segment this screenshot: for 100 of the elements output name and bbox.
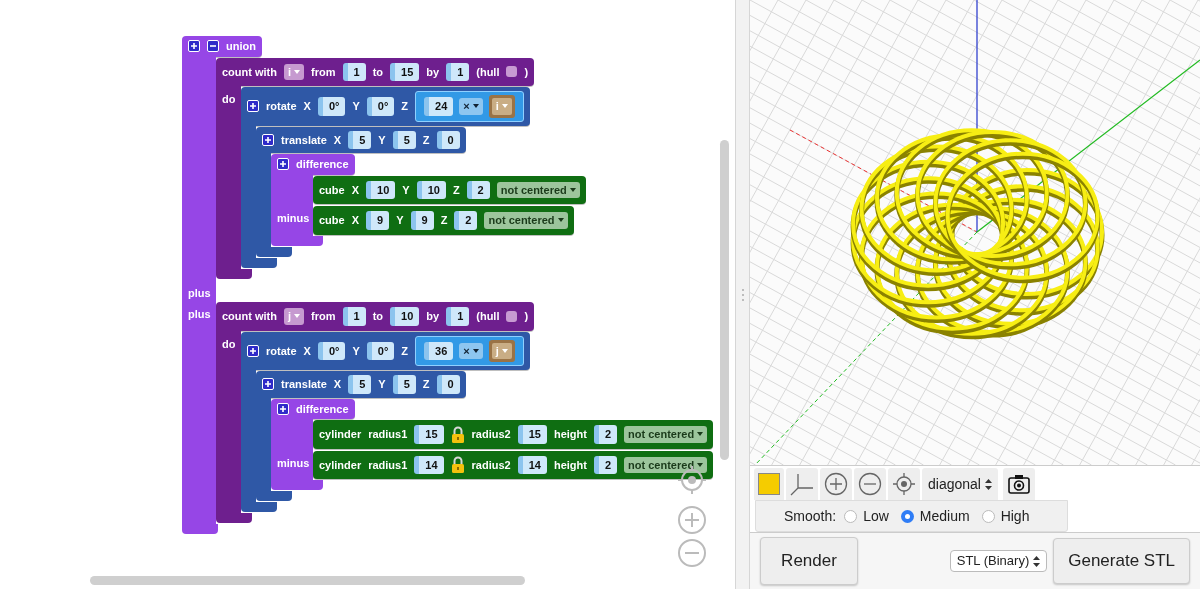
number-input[interactable]: 0°: [366, 97, 395, 116]
smooth-radio[interactable]: Low: [844, 505, 889, 527]
shape-block[interactable]: cube X 9 Y 9 Z 2 not centered: [313, 206, 574, 235]
block-label: from: [311, 309, 336, 324]
dropdown[interactable]: not centered: [484, 212, 568, 229]
block-label: height: [553, 427, 587, 442]
number-input[interactable]: 1: [342, 307, 366, 326]
number-input[interactable]: 15: [517, 425, 547, 444]
number-input[interactable]: 14: [517, 455, 547, 474]
block-label: Z: [452, 182, 460, 198]
dropdown[interactable]: not centered: [624, 456, 708, 473]
number-input[interactable]: 36: [424, 341, 454, 360]
transform-block[interactable]: rotate X 0° Y 0° Z 36 × j: [241, 331, 530, 370]
shape-block[interactable]: cube X 10 Y 10 Z 2 not centered: [313, 175, 586, 204]
block-label: X: [333, 377, 342, 392]
plus-icon[interactable]: [277, 158, 289, 171]
number-input[interactable]: 10: [390, 307, 420, 326]
lock-icon[interactable]: [450, 456, 465, 474]
block-label: difference: [296, 401, 349, 417]
block-label: Y: [378, 132, 386, 148]
number-input[interactable]: 10: [416, 180, 446, 199]
zoom-out-button[interactable]: [854, 468, 886, 500]
render-button[interactable]: Render: [760, 537, 858, 585]
dropdown[interactable]: not centered: [496, 181, 580, 198]
number-input[interactable]: 10: [366, 180, 396, 199]
view-select[interactable]: diagonal: [922, 468, 998, 500]
number-input[interactable]: 15: [390, 62, 420, 81]
caret-icon: [697, 432, 704, 437]
loop-block[interactable]: count with i from 1 to 15 by 1 (hull ): [216, 57, 535, 86]
number-input[interactable]: 0°: [366, 341, 395, 360]
number-input[interactable]: 2: [593, 455, 618, 474]
number-input[interactable]: 2: [454, 211, 478, 230]
plus-icon[interactable]: [247, 344, 259, 357]
block-label: X: [303, 343, 311, 359]
statement-label: minus: [277, 211, 310, 226]
recenter-button[interactable]: [888, 468, 920, 500]
block-label: radius1: [368, 457, 408, 473]
number-input[interactable]: 0°: [317, 97, 346, 116]
plus-icon[interactable]: [262, 133, 274, 146]
plus-icon[interactable]: [262, 378, 274, 391]
format-select[interactable]: STL (Binary): [949, 550, 1048, 572]
transform-block[interactable]: translate X 5 Y 5 Z 0: [256, 126, 466, 153]
number-input[interactable]: 1: [446, 307, 470, 326]
horizontal-scrollbar[interactable]: [90, 576, 525, 585]
number-input[interactable]: 9: [410, 211, 434, 230]
number-input[interactable]: 0: [436, 375, 460, 394]
block-label: X: [351, 213, 360, 228]
operator-dropdown[interactable]: ×: [459, 342, 483, 359]
statement-label: minus: [277, 455, 310, 471]
number-input[interactable]: 1: [342, 62, 366, 81]
shape-block[interactable]: cylinder radius1 15 radius2 15 height 2 not centered: [313, 420, 714, 449]
expression-block[interactable]: 24 × i: [415, 91, 524, 122]
plus-icon[interactable]: [277, 402, 289, 415]
number-input[interactable]: 15: [414, 425, 444, 444]
color-swatch[interactable]: [754, 468, 784, 500]
number-input[interactable]: 5: [392, 130, 416, 149]
zoom-in-button[interactable]: [820, 468, 852, 500]
3d-scene-drawing[interactable]: [750, 0, 1200, 465]
statement-label: do: [222, 336, 236, 352]
transform-block[interactable]: rotate X 0° Y 0° Z 24 × i: [241, 87, 530, 126]
block-label: cube: [319, 182, 345, 198]
difference-block[interactable]: difference: [271, 398, 355, 419]
union-block[interactable]: union: [182, 36, 262, 57]
number-input[interactable]: 5: [392, 375, 416, 394]
number-input[interactable]: 24: [424, 97, 454, 116]
smooth-radio[interactable]: High: [981, 505, 1030, 527]
number-input[interactable]: 2: [593, 425, 618, 444]
block-label: Y: [352, 99, 360, 114]
generate-stl-button[interactable]: Generate STL: [1053, 538, 1190, 584]
number-input[interactable]: 1: [446, 62, 470, 81]
block-label: Z: [422, 132, 430, 148]
number-input[interactable]: 0: [436, 130, 460, 149]
caret-icon: [472, 348, 479, 353]
block-label: ): [524, 64, 529, 80]
plus-icon[interactable]: [188, 40, 200, 53]
number-input[interactable]: 0°: [317, 341, 346, 360]
smooth-radio[interactable]: Medium: [900, 505, 970, 527]
statement-label: do: [222, 92, 236, 107]
loop-block[interactable]: count with j from 1 to 10 by 1 (hull ): [216, 302, 535, 331]
dropdown[interactable]: not centered: [624, 426, 708, 443]
transform-block[interactable]: translate X 5 Y 5 Z 0: [256, 371, 466, 398]
number-input[interactable]: 5: [348, 375, 372, 394]
vertical-scrollbar[interactable]: [720, 140, 729, 460]
block-label: to: [372, 309, 384, 324]
number-input[interactable]: 5: [348, 130, 372, 149]
number-input[interactable]: 2: [466, 180, 490, 199]
number-input[interactable]: 9: [366, 211, 390, 230]
axes-button[interactable]: [786, 468, 818, 500]
lock-icon[interactable]: [450, 425, 465, 443]
screenshot-button[interactable]: [1002, 468, 1035, 500]
block-label: Z: [422, 377, 430, 392]
shape-block[interactable]: cylinder radius1 14 radius2 14 height 2 not centered: [313, 450, 714, 479]
number-input[interactable]: 14: [414, 455, 444, 474]
plus-icon[interactable]: [247, 100, 259, 113]
checkbox[interactable]: [506, 310, 518, 322]
operator-dropdown[interactable]: ×: [459, 98, 483, 115]
difference-block[interactable]: difference: [271, 154, 355, 175]
minus-icon[interactable]: [207, 40, 219, 53]
checkbox[interactable]: [506, 66, 518, 78]
expression-block[interactable]: 36 × j: [415, 335, 524, 366]
